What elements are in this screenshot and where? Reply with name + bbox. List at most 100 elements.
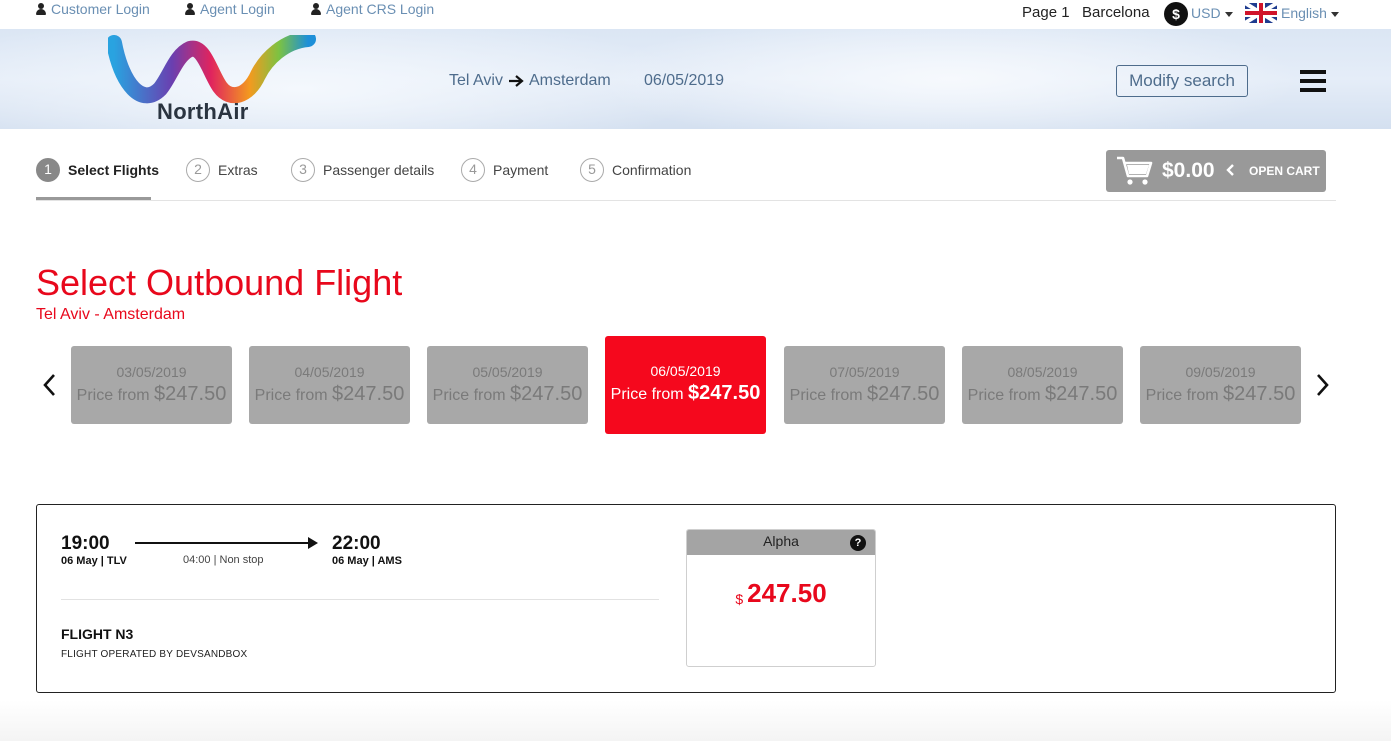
date-card[interactable]: 09/05/2019 Price from $247.50 <box>1140 346 1301 424</box>
date-card-price: Price from $247.50 <box>962 383 1123 406</box>
user-icon <box>311 3 321 15</box>
active-step-underline <box>36 197 151 200</box>
step-payment[interactable]: 4 Payment <box>461 158 548 182</box>
date-card[interactable]: 07/05/2019 Price from $247.50 <box>784 346 945 424</box>
booking-steps: 1 Select Flights 2 Extras 3 Passenger de… <box>36 129 1336 201</box>
agent-login-link[interactable]: Agent Login <box>185 1 275 17</box>
arrival-info: 06 May | AMS <box>332 555 402 567</box>
date-card-date: 07/05/2019 <box>829 364 900 380</box>
price-prefix: Price from <box>967 387 1046 404</box>
user-icon <box>185 3 195 15</box>
date-card-selected[interactable]: 06/05/2019 Price from $247.50 <box>605 336 766 434</box>
chevron-right-icon[interactable] <box>1314 373 1330 397</box>
flight-name: FLIGHT N3 <box>61 626 134 642</box>
hamburger-menu-icon[interactable] <box>1300 70 1326 92</box>
page-label: Page 1 <box>1022 4 1070 21</box>
search-date: 06/05/2019 <box>644 72 725 89</box>
dollar-icon: $ <box>1164 2 1188 26</box>
agent-login-label: Agent Login <box>200 1 275 17</box>
chevron-left-icon[interactable] <box>42 373 58 397</box>
header-banner: NorthAir Tel Aviv Amsterdam 06/05/2019 M… <box>0 29 1391 129</box>
flight-result-card: 19:00 06 May | TLV 04:00 | Non stop 22:0… <box>36 504 1336 693</box>
price-currency: $ <box>510 383 522 405</box>
date-card-price: Price from $247.50 <box>1140 383 1301 406</box>
price-currency: $ <box>1223 383 1235 405</box>
fare-price: $247.50 <box>687 578 875 609</box>
step-number: 1 <box>36 158 60 182</box>
help-icon[interactable]: ? <box>850 535 866 551</box>
currency-label: USD <box>1191 5 1221 21</box>
price-currency: $ <box>154 383 166 405</box>
destination-label: Amsterdam <box>528 72 611 89</box>
departure-time: 19:00 <box>61 533 110 554</box>
step-label: Passenger details <box>323 162 435 178</box>
date-card[interactable]: 08/05/2019 Price from $247.50 <box>962 346 1123 424</box>
chevron-down-icon <box>1224 11 1233 17</box>
step-label: Extras <box>218 162 258 178</box>
date-card-date: 06/05/2019 <box>650 363 721 379</box>
customer-login-label: Customer Login <box>51 1 150 17</box>
price-value: 247.50 <box>521 383 583 405</box>
price-currency: $ <box>332 383 344 405</box>
flight-path-line <box>135 542 315 544</box>
step-number: 4 <box>461 158 485 182</box>
step-extras[interactable]: 2 Extras <box>186 158 258 182</box>
cart-amount: $0.00 <box>1162 159 1215 182</box>
date-card-price: Price from $247.50 <box>249 383 410 406</box>
step-confirmation[interactable]: 5 Confirmation <box>580 158 691 182</box>
step-label: Select Flights <box>68 162 160 178</box>
open-cart-button[interactable]: $0.00 OPEN CART <box>1106 150 1326 192</box>
modify-search-button[interactable]: Modify search <box>1116 65 1248 97</box>
arrival-time: 22:00 <box>332 533 381 554</box>
price-value: 247.50 <box>343 383 405 405</box>
divider <box>61 599 659 600</box>
price-currency: $ <box>1045 383 1057 405</box>
price-value: 247.50 <box>878 383 940 405</box>
fare-option-alpha[interactable]: Alpha ? $247.50 <box>686 529 876 667</box>
user-icon <box>36 3 46 15</box>
language-dropdown[interactable]: English <box>1281 5 1339 21</box>
step-select-flights[interactable]: 1 Select Flights <box>36 158 159 182</box>
date-card-price: Price from $247.50 <box>605 382 766 405</box>
fare-class-name: Alpha <box>763 533 799 549</box>
arrow-right-icon <box>508 75 524 87</box>
open-cart-label: OPEN CART <box>1249 164 1320 178</box>
top-bar: Customer Login Agent Login Agent CRS Log… <box>0 0 1391 29</box>
price-prefix: Price from <box>789 387 868 404</box>
logo-text: NorthAir <box>157 99 249 124</box>
chevron-left-icon <box>1226 164 1234 176</box>
date-card-date: 03/05/2019 <box>116 364 187 380</box>
agent-crs-login-label: Agent CRS Login <box>326 1 435 17</box>
price-prefix: Price from <box>1145 387 1224 404</box>
price-value: 247.50 <box>165 383 227 405</box>
page-subtitle: Tel Aviv - Amsterdam <box>36 306 186 323</box>
date-card-price: Price from $247.50 <box>784 383 945 406</box>
step-number: 3 <box>291 158 315 182</box>
date-card[interactable]: 04/05/2019 Price from $247.50 <box>249 346 410 424</box>
departure-info: 06 May | TLV <box>61 555 127 567</box>
date-card[interactable]: 05/05/2019 Price from $247.50 <box>427 346 588 424</box>
agent-crs-login-link[interactable]: Agent CRS Login <box>311 1 434 17</box>
date-card-date: 08/05/2019 <box>1007 364 1078 380</box>
price-prefix: Price from <box>254 387 333 404</box>
language-label: English <box>1281 5 1327 21</box>
step-passenger-details[interactable]: 3 Passenger details <box>291 158 434 182</box>
origin-label: Tel Aviv <box>449 72 503 89</box>
date-card-date: 09/05/2019 <box>1185 364 1256 380</box>
city-label: Barcelona <box>1082 4 1150 21</box>
page-footer-fade <box>0 700 1391 741</box>
date-card-date: 04/05/2019 <box>294 364 365 380</box>
price-currency: $ <box>688 382 700 404</box>
step-number: 2 <box>186 158 210 182</box>
price-value: 247.50 <box>1056 383 1118 405</box>
flight-operator: FLIGHT OPERATED BY DEVSANDBOX <box>61 649 248 660</box>
fare-price-value: 247.50 <box>747 578 827 608</box>
date-card[interactable]: 03/05/2019 Price from $247.50 <box>71 346 232 424</box>
currency-dropdown[interactable]: USD <box>1191 5 1233 21</box>
price-prefix: Price from <box>76 387 155 404</box>
customer-login-link[interactable]: Customer Login <box>36 1 150 17</box>
fare-currency: $ <box>735 591 744 607</box>
price-value: 247.50 <box>699 382 761 404</box>
price-currency: $ <box>867 383 879 405</box>
cart-icon <box>1117 156 1153 185</box>
